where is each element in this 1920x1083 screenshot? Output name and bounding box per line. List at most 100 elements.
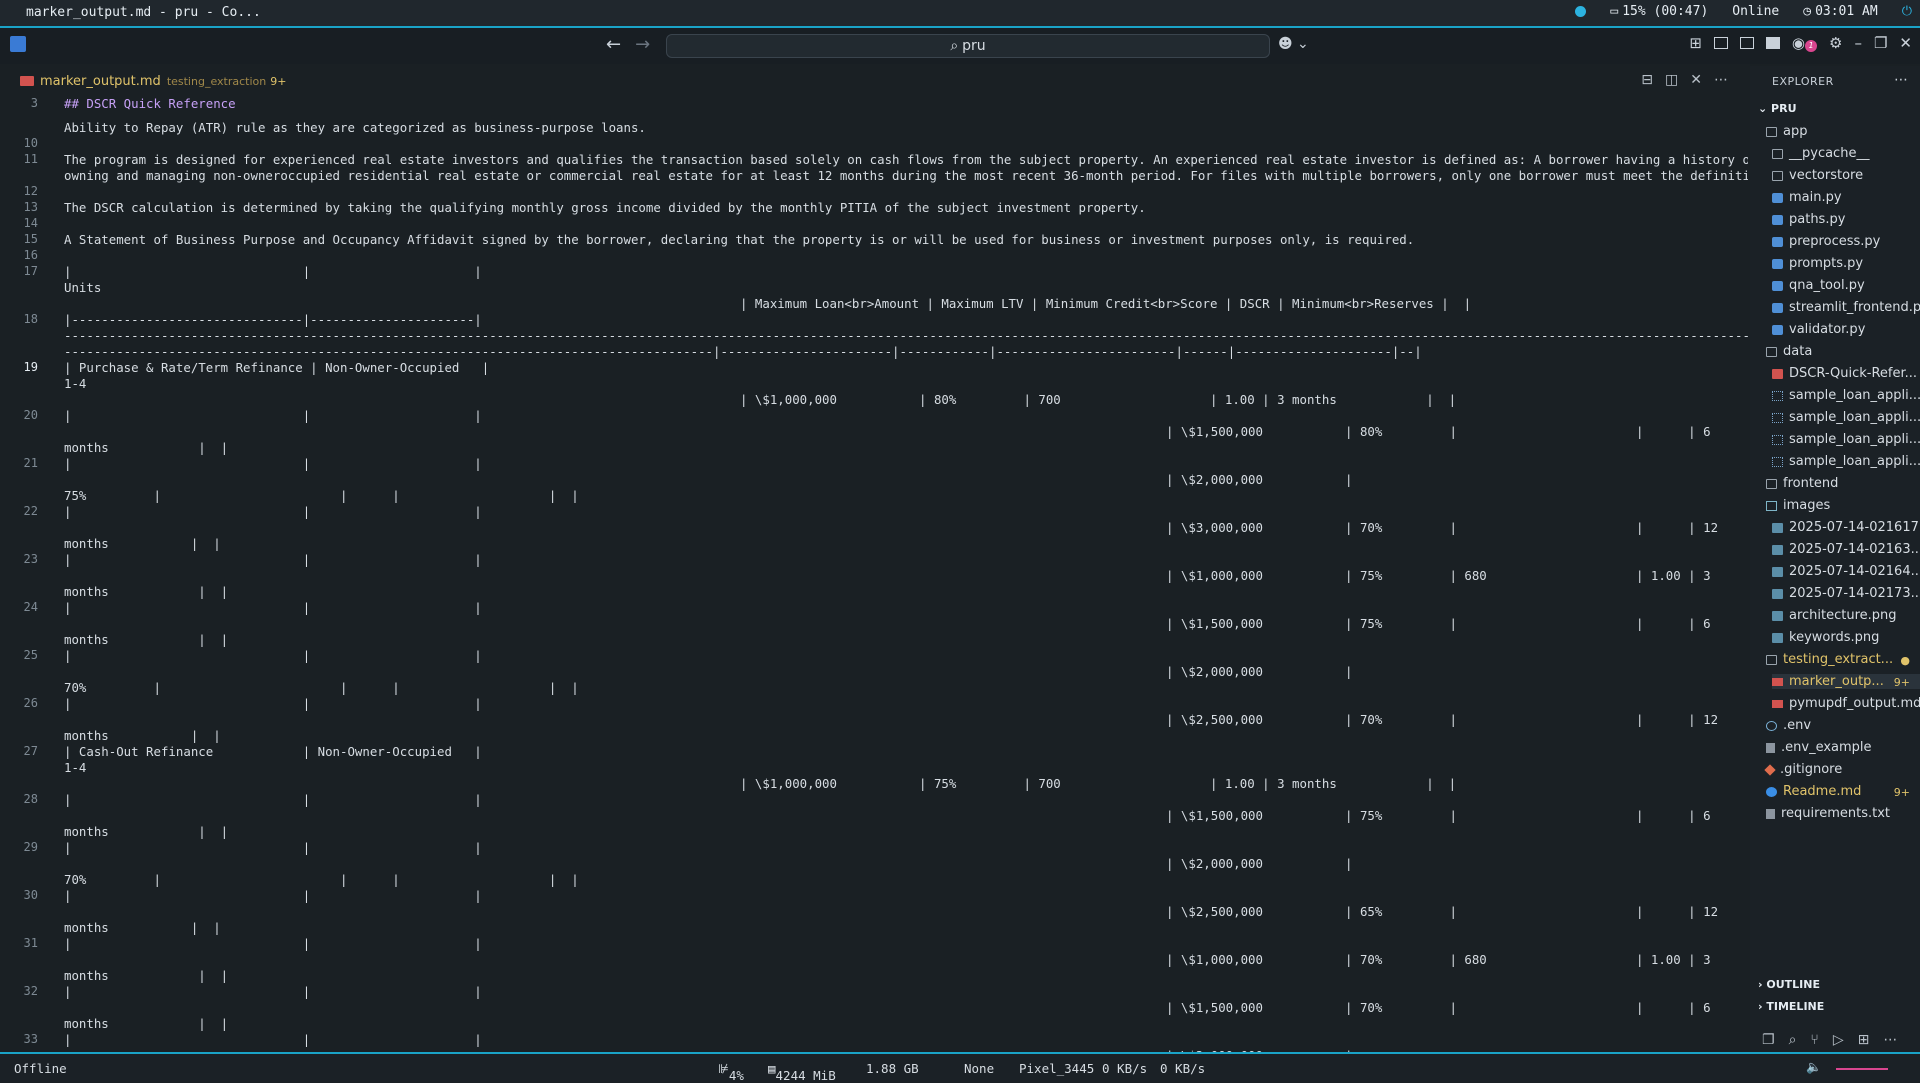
line-number: 33 [23, 1032, 38, 1046]
toggle-primary-sidebar-icon[interactable] [1713, 37, 1728, 49]
power-icon[interactable]: ⏻ [1902, 4, 1912, 19]
tree-item[interactable]: requirements.txt [1766, 806, 1890, 821]
line-number: 29 [23, 840, 38, 854]
outline-section[interactable]: › OUTLINE [1758, 978, 1820, 991]
tree-item[interactable]: 2025-07-14-02163... [1772, 542, 1920, 557]
extensions-icon[interactable]: ⊞ [1858, 1032, 1870, 1048]
clock: ◷ 03:01 AM [1803, 4, 1878, 19]
tree-item[interactable]: streamlit_frontend.py [1772, 300, 1920, 315]
code-line: |-------------------------------|-------… [64, 312, 482, 327]
toggle-panel-icon[interactable] [1739, 37, 1754, 49]
code-editor[interactable]: 3 ## DSCR Quick Reference Ability to Rep… [0, 96, 1748, 1052]
tree-item-label: 2025-07-14-02164... [1789, 564, 1920, 579]
open-preview-icon[interactable]: ⊟ [1641, 72, 1653, 88]
tree-item[interactable]: 2025-07-14-02164... [1772, 564, 1920, 579]
tree-item[interactable]: Readme.md [1766, 784, 1861, 799]
tree-item-label: 2025-07-14-02173... [1789, 586, 1920, 601]
tree-item-label: main.py [1789, 190, 1842, 205]
more-actions-icon[interactable]: ⋯ [1714, 72, 1728, 88]
code-line: | | | [64, 648, 482, 663]
more-icon[interactable]: ⋯ [1883, 1032, 1897, 1048]
modified-marker: 9+ [1893, 676, 1910, 689]
files-icon[interactable]: ❐ [1762, 1032, 1775, 1048]
run-debug-icon[interactable]: ▷ [1833, 1032, 1844, 1048]
tree-item[interactable]: paths.py [1772, 212, 1845, 227]
tree-item-label: images [1783, 498, 1831, 513]
tree-item[interactable]: data [1766, 344, 1812, 359]
copilot-menu-icon[interactable]: ☻ ⌄ [1278, 36, 1309, 52]
accounts-icon[interactable]: ◉ 1 [1792, 34, 1818, 52]
line-number: 31 [23, 936, 38, 950]
tree-item[interactable]: pymupdf_output.md [1772, 696, 1920, 711]
timeline-section[interactable]: › TIMELINE [1758, 1000, 1824, 1013]
command-center-search[interactable]: ⌕ pru [666, 34, 1270, 58]
code-line: | | | [64, 840, 482, 855]
tree-item[interactable]: validator.py [1772, 322, 1865, 337]
tree-item[interactable]: sample_loan_appli... [1772, 410, 1920, 425]
tree-item[interactable]: vectorstore [1772, 168, 1863, 183]
gpu-usage: None [964, 1061, 995, 1076]
tree-item[interactable]: qna_tool.py [1772, 278, 1865, 293]
tree-item-label: paths.py [1789, 212, 1846, 227]
code-line: | Maximum Loan<br>Amount | Maximum LTV |… [740, 296, 1472, 311]
volume-icon[interactable]: 🔈 [1806, 1059, 1822, 1075]
search-icon[interactable]: ⌕ [1789, 1032, 1797, 1048]
source-control-icon[interactable]: ⑂ [1810, 1032, 1818, 1048]
code-line: The DSCR calculation is determined by ta… [64, 200, 1146, 215]
copilot-dot-icon[interactable] [1575, 6, 1587, 17]
battery-status: ▭ 15% (00:47) [1610, 4, 1709, 19]
disk-usage: 1.88 GB [866, 1061, 919, 1076]
folder-icon [1766, 654, 1777, 665]
line-number: 23 [23, 552, 38, 566]
tree-item[interactable]: DSCR-Quick-Refer... [1772, 366, 1917, 381]
line-number: 12 [23, 184, 38, 198]
tree-item[interactable]: 2025-07-14-021617... [1772, 520, 1920, 535]
tree-item[interactable]: frontend [1766, 476, 1838, 491]
code-line: | | | [64, 1032, 482, 1047]
tree-item[interactable]: testing_extract... [1766, 652, 1893, 667]
line-number: 32 [23, 984, 38, 998]
maximize-icon[interactable]: ❐ [1874, 34, 1887, 52]
tree-item[interactable]: app [1766, 124, 1807, 139]
toggle-secondary-sidebar-icon[interactable] [1765, 37, 1780, 49]
tree-item-label: __pycache__ [1789, 146, 1870, 161]
outline-label: OUTLINE [1766, 978, 1820, 991]
tree-item-label: data [1783, 344, 1813, 359]
tree-item[interactable]: sample_loan_appli... [1772, 388, 1920, 403]
tree-item[interactable]: .env [1766, 718, 1811, 733]
close-icon[interactable]: ✕ [1899, 34, 1912, 52]
tree-item[interactable]: keywords.png [1772, 630, 1879, 645]
info-icon [1766, 786, 1777, 797]
explorer-more-icon[interactable]: ⋯ [1894, 72, 1908, 88]
tab-marker-output[interactable]: marker_output.md testing_extraction 9+ [0, 74, 286, 89]
command-center-text: pru [962, 38, 986, 54]
tree-item[interactable]: __pycache__ [1772, 146, 1869, 161]
status-offline[interactable]: Offline [14, 1061, 67, 1076]
tree-item[interactable]: 2025-07-14-02173... [1772, 586, 1920, 601]
close-tab-icon[interactable]: ✕ [1690, 72, 1702, 88]
gear-icon[interactable]: ⚙ [1829, 34, 1842, 52]
split-editor-icon[interactable]: ◫ [1665, 72, 1678, 88]
tree-item[interactable]: preprocess.py [1772, 234, 1880, 249]
arrow-left-icon[interactable]: ← [606, 34, 621, 55]
tree-item[interactable]: .env_example [1766, 740, 1872, 755]
volume-slider[interactable] [1836, 1068, 1888, 1070]
code-line: ----------------------------------------… [64, 344, 1422, 359]
tree-item[interactable]: images [1766, 498, 1830, 513]
tree-item[interactable]: main.py [1772, 190, 1842, 205]
json-icon [1772, 456, 1783, 467]
tree-item[interactable]: prompts.py [1772, 256, 1863, 271]
minimize-icon[interactable]: – [1854, 34, 1862, 52]
tree-item-label: sample_loan_appli... [1789, 454, 1920, 469]
tree-item[interactable]: architecture.png [1772, 608, 1897, 623]
tree-item[interactable]: sample_loan_appli... [1772, 432, 1920, 447]
tree-item[interactable]: sample_loan_appli... [1772, 454, 1920, 469]
tree-item[interactable]: .gitignore [1764, 762, 1842, 777]
explorer-root[interactable]: ⌄ PRU [1758, 102, 1797, 115]
layout-customize-icon[interactable]: ⊞ [1689, 34, 1702, 52]
host-name: Pixel_3445 [1019, 1061, 1095, 1076]
tree-item-label: architecture.png [1789, 608, 1897, 623]
arrow-right-icon[interactable]: → [635, 34, 650, 55]
img-icon [1772, 588, 1783, 599]
line-number: 22 [23, 504, 38, 518]
